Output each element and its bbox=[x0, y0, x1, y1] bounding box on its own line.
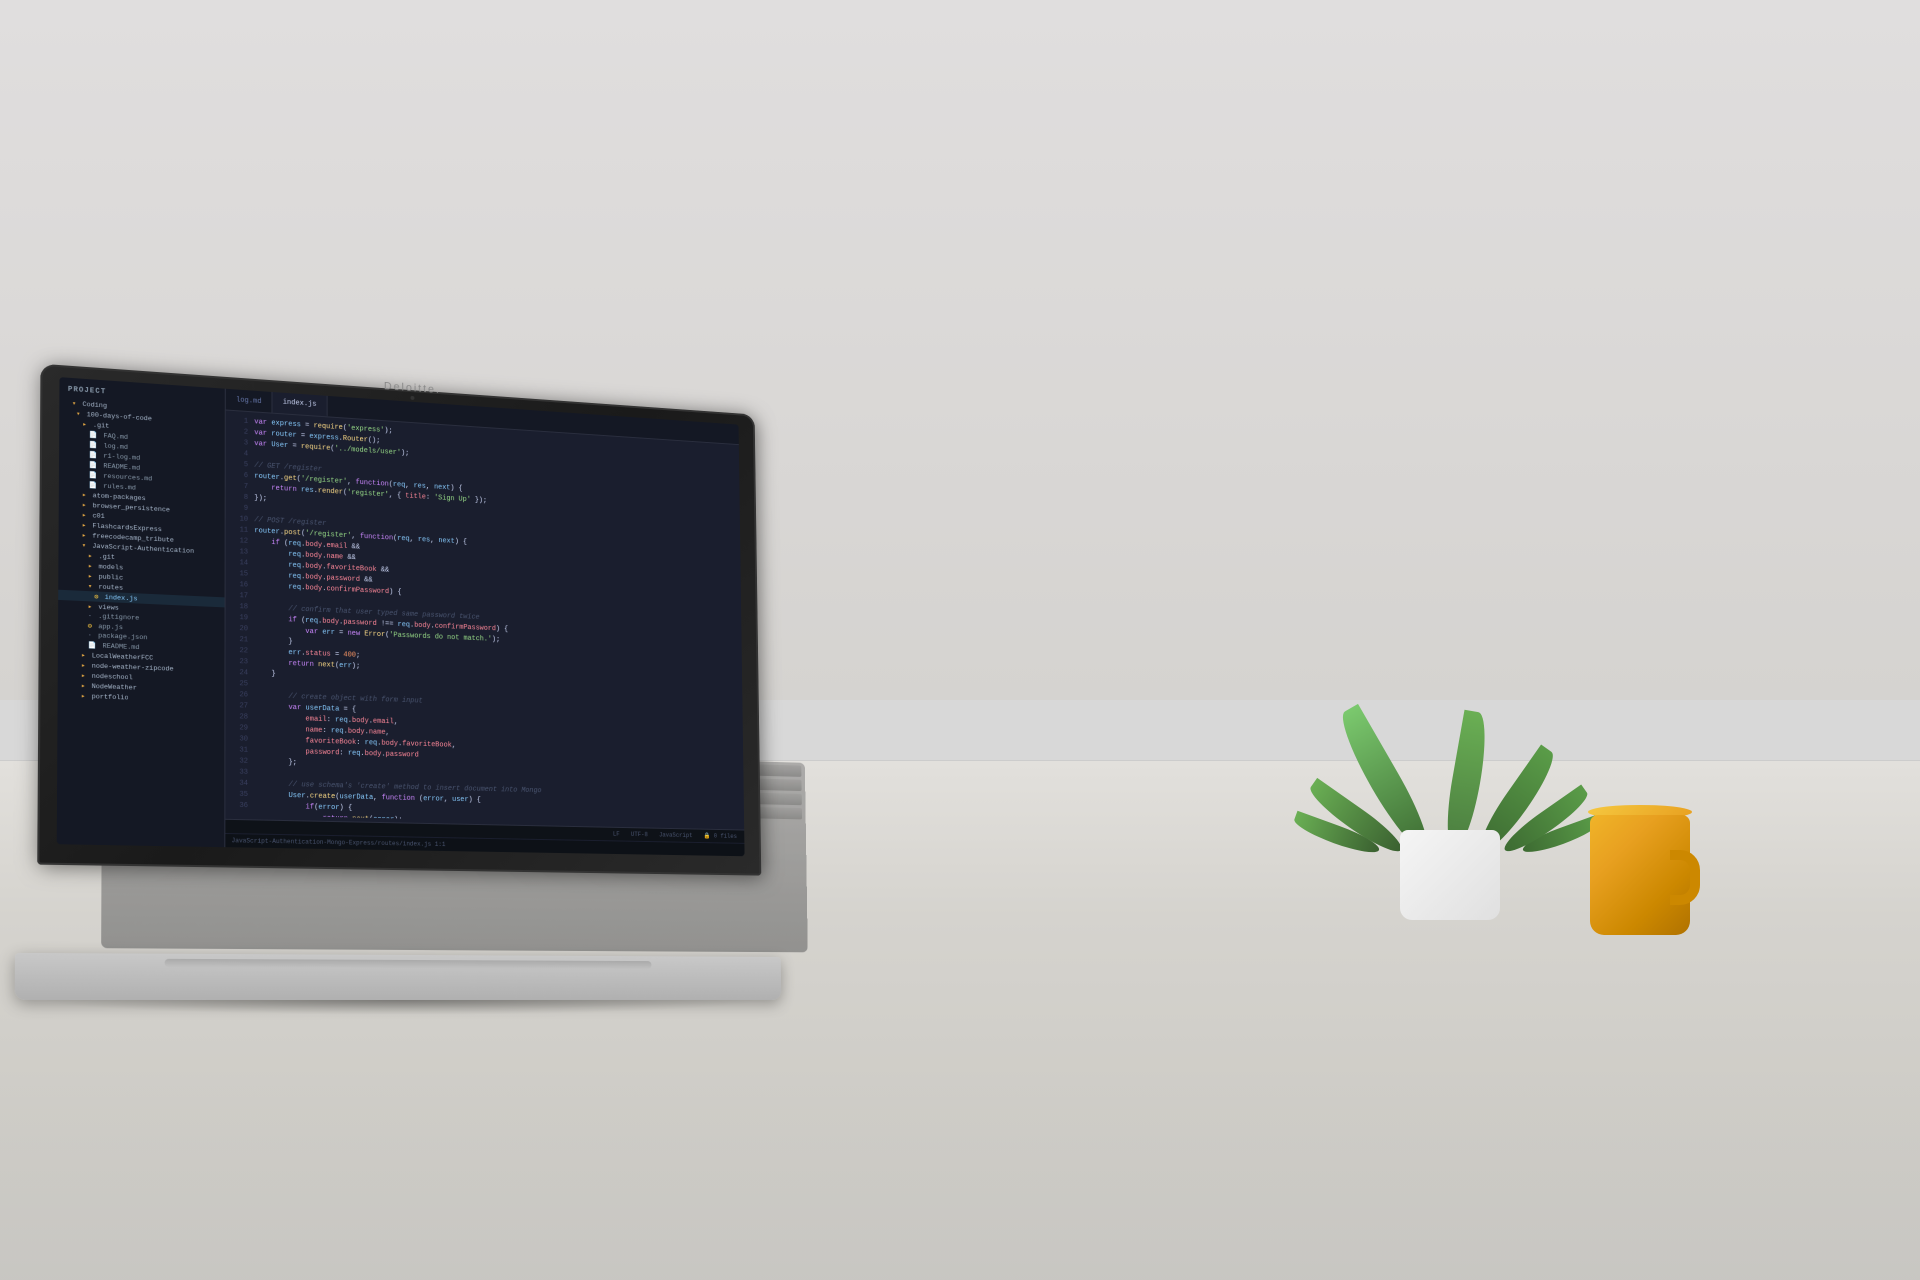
laptop-base bbox=[15, 953, 782, 1000]
tab-indexjs-label: index.js bbox=[283, 399, 317, 409]
mug-handle bbox=[1670, 850, 1700, 905]
line-numbers: 1234 5678 9101112 13141516 17181920 2122… bbox=[225, 414, 254, 815]
laptop-lid: Project ▾ Coding ▾ 100-days-of-code ▸ .g… bbox=[37, 364, 761, 876]
plant-pot bbox=[1400, 830, 1500, 920]
tab-log-label: log.md bbox=[236, 396, 262, 406]
status-files: 🔒 0 files bbox=[704, 833, 737, 840]
tab-indexjs[interactable]: index.js bbox=[273, 392, 328, 416]
ide-sidebar: Project ▾ Coding ▾ 100-days-of-code ▸ .g… bbox=[57, 377, 226, 847]
ide-editor: log.md index.js 1234 5678 9101112 131415… bbox=[225, 389, 744, 856]
camera-dot bbox=[410, 396, 414, 400]
screen-bezel: Project ▾ Coding ▾ 100-days-of-code ▸ .g… bbox=[57, 377, 745, 856]
tab-log[interactable]: log.md bbox=[226, 389, 273, 413]
ide-screen: Project ▾ Coding ▾ 100-days-of-code ▸ .g… bbox=[57, 377, 745, 856]
laptop-trackpad[interactable] bbox=[165, 959, 652, 969]
plant-leaves bbox=[1340, 530, 1560, 850]
status-charset: UTF-8 bbox=[631, 831, 648, 838]
desk-reflection bbox=[0, 1080, 1920, 1280]
code-text: var express = require('express'); var ro… bbox=[254, 416, 744, 825]
status-encoding: LF bbox=[613, 831, 620, 838]
coffee-mug bbox=[1585, 805, 1700, 935]
status-language: JavaScript bbox=[659, 832, 693, 839]
file-path: JavaScript-Authentication-Mongo-Express/… bbox=[232, 837, 446, 848]
code-editor-area: 1234 5678 9101112 13141516 17181920 2122… bbox=[225, 410, 744, 829]
laptop: Project ▾ Coding ▾ 100-days-of-code ▸ .g… bbox=[36, 364, 790, 1000]
plant-decoration bbox=[1340, 540, 1560, 920]
